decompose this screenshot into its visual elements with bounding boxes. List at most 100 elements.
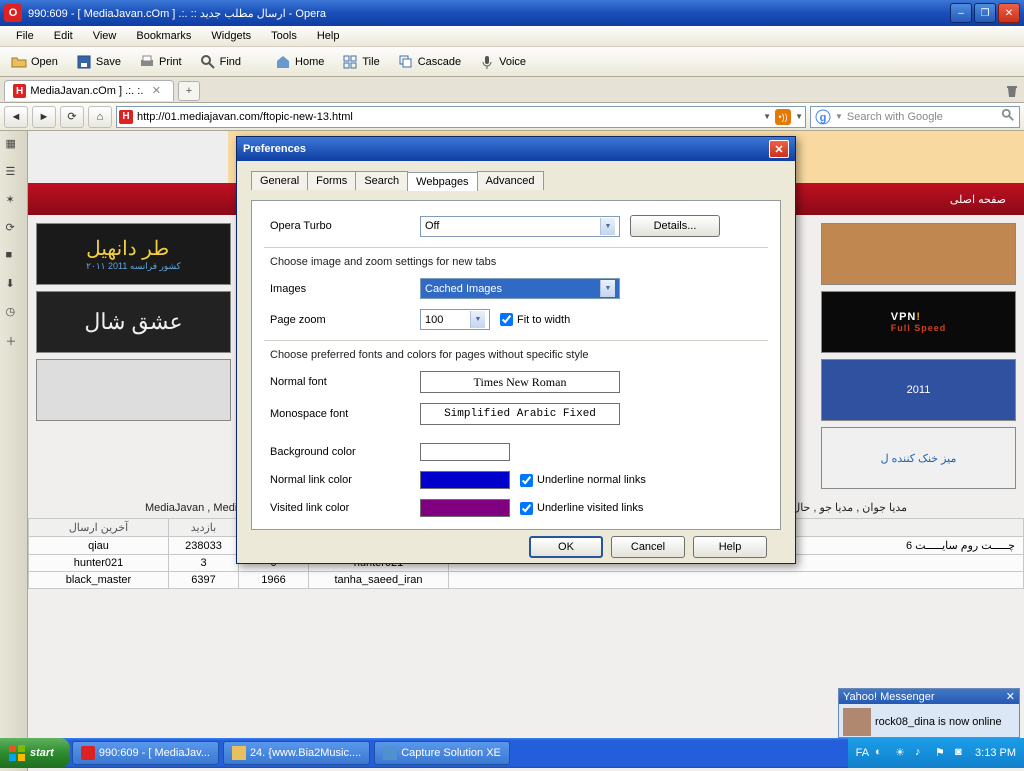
menu-edit[interactable]: Edit xyxy=(44,28,83,44)
toast-avatar xyxy=(843,708,871,736)
menu-file[interactable]: File xyxy=(6,28,44,44)
address-bar-row: ◄ ► ⟳ ⌂ H ▼ •)) ▼ g ▼ Search with Google xyxy=(0,103,1024,131)
back-button[interactable]: ◄ xyxy=(4,106,28,128)
save-button[interactable]: Save xyxy=(69,51,128,73)
tab-close-icon[interactable]: ✕ xyxy=(152,84,165,98)
window-title: 990:609 - [ MediaJavan.cOm ] .:. :: ارسا… xyxy=(28,7,950,20)
search-icon[interactable] xyxy=(1001,108,1015,125)
home-label: Home xyxy=(295,56,324,68)
minimize-button[interactable]: – xyxy=(950,3,972,23)
tab-forms[interactable]: Forms xyxy=(307,171,356,190)
mono-font-button[interactable]: Simplified Arabic Fixed xyxy=(420,403,620,425)
underline-visited-checkbox[interactable]: Underline visited links xyxy=(520,502,643,515)
visited-link-swatch[interactable] xyxy=(420,499,510,517)
forward-button[interactable]: ► xyxy=(32,106,56,128)
open-button[interactable]: Open xyxy=(4,51,65,73)
new-tab-button[interactable]: + xyxy=(178,81,200,101)
save-label: Save xyxy=(96,56,121,68)
tray-icon[interactable]: ◐ xyxy=(875,746,889,760)
panel-add-icon[interactable]: ＋ xyxy=(6,333,22,349)
table-row[interactable]: black_master63971966tanha_saeed_iran xyxy=(29,572,1024,589)
tray-icon[interactable]: ♪ xyxy=(915,746,929,760)
tile-label: Tile xyxy=(362,56,379,68)
find-button[interactable]: Find xyxy=(193,51,248,73)
ad[interactable]: عشق شال xyxy=(36,291,231,353)
underline-normal-checkbox[interactable]: Underline normal links xyxy=(520,474,646,487)
close-button[interactable]: ✕ xyxy=(998,3,1020,23)
opera-turbo-select[interactable]: Off▼ xyxy=(420,216,620,237)
normal-font-button[interactable]: Times New Roman xyxy=(420,371,620,393)
print-button[interactable]: Print xyxy=(132,51,189,73)
tab-search[interactable]: Search xyxy=(355,171,408,190)
panel-icon[interactable]: ⟳ xyxy=(6,221,22,237)
zoom-select[interactable]: 100▼ xyxy=(420,309,490,330)
menu-tools[interactable]: Tools xyxy=(261,28,307,44)
maximize-button[interactable]: ❐ xyxy=(974,3,996,23)
tab-webpages[interactable]: Webpages xyxy=(407,172,477,191)
panel-icon[interactable]: ■ xyxy=(6,249,22,265)
panel-icon[interactable]: ◷ xyxy=(6,305,22,321)
url-input[interactable] xyxy=(137,108,759,126)
menu-view[interactable]: View xyxy=(83,28,127,44)
dialog-close-button[interactable]: ✕ xyxy=(769,140,789,158)
opera-turbo-label: Opera Turbo xyxy=(270,220,420,232)
browser-tab[interactable]: H MediaJavan.cOm ] .:. :... ✕ xyxy=(4,80,174,101)
ad[interactable]: VPN!Full Speed xyxy=(821,291,1016,353)
ad[interactable]: 2011 xyxy=(821,359,1016,421)
panel-icon[interactable]: ⬇ xyxy=(6,277,22,293)
normal-link-label: Normal link color xyxy=(270,474,420,486)
start-button[interactable]: start xyxy=(0,738,70,768)
tray-icon[interactable]: ◙ xyxy=(955,746,969,760)
zoom-label: Page zoom xyxy=(270,314,420,326)
dialog-titlebar: Preferences ✕ xyxy=(237,137,795,161)
toolbar: Open Save Print Find Home Tile Cascade V… xyxy=(0,47,1024,77)
tab-general[interactable]: General xyxy=(251,171,308,190)
dialog-title: Preferences xyxy=(243,143,306,155)
ok-button[interactable]: OK xyxy=(529,536,603,558)
task-button[interactable]: 990:609 - [ MediaJav... xyxy=(72,741,219,765)
print-label: Print xyxy=(159,56,182,68)
search-placeholder: Search with Google xyxy=(847,111,997,123)
tabbar: H MediaJavan.cOm ] .:. :... ✕ + xyxy=(0,77,1024,103)
help-button[interactable]: Help xyxy=(693,536,767,558)
task-button[interactable]: Capture Solution XE xyxy=(374,741,510,765)
search-field[interactable]: g ▼ Search with Google xyxy=(810,106,1020,128)
tile-button[interactable]: Tile xyxy=(335,51,386,73)
panel-icon[interactable]: ✶ xyxy=(6,193,22,209)
panel-icon[interactable]: ▦ xyxy=(6,137,22,153)
closed-tabs-icon[interactable] xyxy=(1004,83,1020,99)
cancel-button[interactable]: Cancel xyxy=(611,536,685,558)
lang-indicator[interactable]: FA xyxy=(856,747,869,759)
zoom-heading: Choose image and zoom settings for new t… xyxy=(270,256,762,268)
bg-color-swatch[interactable] xyxy=(420,443,510,461)
menu-help[interactable]: Help xyxy=(307,28,350,44)
images-select[interactable]: Cached Images▼ xyxy=(420,278,620,299)
home-nav-button[interactable]: ⌂ xyxy=(88,106,112,128)
nav-home[interactable]: صفحه اصلی xyxy=(950,193,1006,206)
tray-icon[interactable]: ⚑ xyxy=(935,746,949,760)
ad[interactable] xyxy=(821,223,1016,285)
url-field[interactable]: H ▼ •)) ▼ xyxy=(116,106,806,128)
home-button[interactable]: Home xyxy=(268,51,331,73)
tray-icon[interactable]: ☀ xyxy=(895,746,909,760)
tab-advanced[interactable]: Advanced xyxy=(477,171,544,190)
voice-button[interactable]: Voice xyxy=(472,51,533,73)
tile-icon xyxy=(342,54,358,70)
dialog-page: Opera Turbo Off▼ Details... Choose image… xyxy=(251,200,781,530)
rss-icon[interactable]: •)) xyxy=(775,109,791,125)
toast-close-icon[interactable]: ✕ xyxy=(1006,690,1015,703)
menu-bookmarks[interactable]: Bookmarks xyxy=(126,28,201,44)
clock[interactable]: 3:13 PM xyxy=(975,747,1016,759)
messenger-toast[interactable]: Yahoo! Messenger✕ rock08_dina is now onl… xyxy=(838,688,1020,738)
fit-width-checkbox[interactable]: Fit to width xyxy=(500,313,570,326)
task-button[interactable]: 24. {www.Bia2Music.... xyxy=(223,741,370,765)
details-button[interactable]: Details... xyxy=(630,215,720,237)
ad[interactable] xyxy=(36,359,231,421)
normal-link-swatch[interactable] xyxy=(420,471,510,489)
cascade-button[interactable]: Cascade xyxy=(391,51,468,73)
ad[interactable]: میز خنک کننده ل xyxy=(821,427,1016,489)
panel-icon[interactable]: ☰ xyxy=(6,165,22,181)
menu-widgets[interactable]: Widgets xyxy=(201,28,261,44)
ad[interactable]: طر دانهیل۲۰۱۱ کشور فرانسه 2011 xyxy=(36,223,231,285)
reload-button[interactable]: ⟳ xyxy=(60,106,84,128)
